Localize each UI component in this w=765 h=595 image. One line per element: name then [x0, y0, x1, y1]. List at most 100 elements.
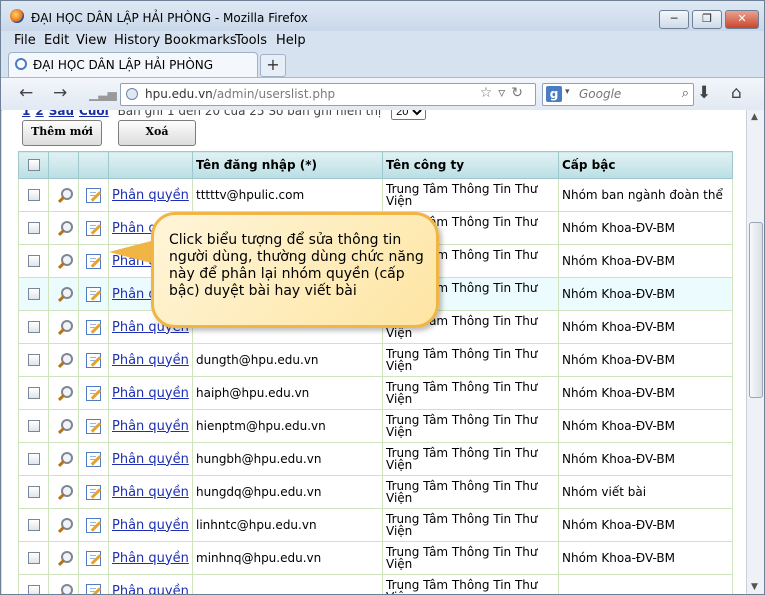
- row-checkbox[interactable]: [27, 519, 40, 531]
- row-view-cell: [48, 541, 79, 575]
- download-icon[interactable]: ⬇: [697, 83, 711, 103]
- magnifier-icon[interactable]: [57, 584, 73, 594]
- edit-icon[interactable]: [86, 484, 101, 500]
- row-checkbox[interactable]: [27, 453, 40, 465]
- home-icon[interactable]: ⌂: [731, 83, 742, 103]
- magnifier-icon[interactable]: [57, 353, 73, 367]
- magnifier-icon[interactable]: [57, 254, 73, 268]
- add-new-button[interactable]: Thêm mới: [22, 120, 102, 146]
- edit-icon[interactable]: [86, 550, 101, 566]
- select-all-checkbox[interactable]: [27, 159, 40, 171]
- row-username: hungdq@hpu.edu.vn: [192, 475, 383, 509]
- header-level[interactable]: Cấp bậc: [558, 151, 733, 179]
- google-icon[interactable]: g: [546, 86, 562, 102]
- row-checkbox[interactable]: [27, 255, 40, 267]
- scrollbar-thumb[interactable]: [749, 222, 763, 398]
- magnifier-icon[interactable]: [57, 221, 73, 235]
- row-checkbox[interactable]: [27, 585, 40, 594]
- row-checkbox[interactable]: [27, 420, 40, 432]
- row-checkbox[interactable]: [27, 189, 40, 201]
- permission-link[interactable]: Phân quyền: [112, 584, 189, 595]
- permission-link[interactable]: Phân quyền: [112, 518, 189, 533]
- page-link-2[interactable]: 2: [35, 110, 43, 118]
- edit-icon[interactable]: [86, 319, 101, 335]
- menu-help[interactable]: Help: [276, 33, 306, 48]
- bookmark-star-icon[interactable]: ☆▿↻: [480, 85, 529, 101]
- permission-link[interactable]: Phân quyền: [112, 353, 189, 368]
- row-permission-cell: Phân quyền: [108, 475, 193, 509]
- edit-icon[interactable]: [86, 253, 101, 269]
- row-view-cell: [48, 277, 79, 311]
- search-bar[interactable]: g ▾ ⌕: [542, 83, 694, 106]
- edit-icon[interactable]: [86, 418, 101, 434]
- edit-icon[interactable]: [86, 286, 101, 302]
- page-link-1[interactable]: 1: [22, 110, 30, 118]
- magnifier-icon[interactable]: [57, 518, 73, 532]
- menu-history[interactable]: History: [114, 33, 160, 48]
- permission-link[interactable]: Phân quyền: [112, 551, 189, 566]
- vertical-scrollbar[interactable]: ▲ ▼: [746, 110, 764, 594]
- close-button[interactable]: ✕: [725, 10, 759, 29]
- dropdown-icon[interactable]: ▾: [565, 87, 570, 97]
- scroll-up-arrow-icon[interactable]: ▲: [751, 112, 758, 122]
- magnifier-icon[interactable]: [57, 287, 73, 301]
- menu-edit[interactable]: Edit: [44, 33, 69, 48]
- new-tab-button[interactable]: +: [260, 54, 286, 77]
- row-checkbox[interactable]: [27, 354, 40, 366]
- header-select-all[interactable]: [18, 151, 49, 179]
- maximize-button[interactable]: ❐: [692, 10, 722, 29]
- row-level: Nhóm Khoa-ĐV-BM: [558, 211, 733, 245]
- edit-icon[interactable]: [86, 517, 101, 533]
- page-link-next[interactable]: Sau: [49, 110, 74, 118]
- search-input[interactable]: [577, 86, 671, 102]
- row-select-cell: [18, 574, 49, 594]
- header-company[interactable]: Tên công ty: [382, 151, 559, 179]
- row-checkbox[interactable]: [27, 222, 40, 234]
- back-arrow-icon[interactable]: ←: [19, 83, 33, 103]
- search-icon[interactable]: ⌕: [682, 86, 689, 101]
- edit-icon[interactable]: [86, 385, 101, 401]
- edit-icon[interactable]: [86, 220, 101, 236]
- menu-view[interactable]: View: [76, 33, 107, 48]
- delete-button[interactable]: Xoá: [118, 120, 196, 146]
- forward-arrow-icon[interactable]: →: [53, 83, 67, 103]
- edit-icon[interactable]: [86, 583, 101, 594]
- navigation-toolbar: ← → ▁▃▅ hpu.edu.vn/admin/userslist.php ☆…: [1, 77, 764, 111]
- address-bar[interactable]: hpu.edu.vn/admin/userslist.php ☆▿↻: [120, 83, 536, 106]
- row-checkbox[interactable]: [27, 486, 40, 498]
- edit-icon[interactable]: [86, 451, 101, 467]
- page-link-last[interactable]: Cuối: [79, 110, 109, 118]
- magnifier-icon[interactable]: [57, 188, 73, 202]
- magnifier-icon[interactable]: [57, 419, 73, 433]
- header-username[interactable]: Tên đăng nhập (*): [192, 151, 383, 179]
- row-company: Trung Tâm Thông Tin Thư Viện: [382, 508, 559, 542]
- permission-link[interactable]: Phân quyền: [112, 452, 189, 467]
- edit-icon[interactable]: [86, 352, 101, 368]
- edit-icon[interactable]: [86, 187, 101, 203]
- magnifier-icon[interactable]: [57, 386, 73, 400]
- row-edit-cell: [78, 343, 109, 377]
- row-checkbox[interactable]: [27, 321, 40, 333]
- magnifier-icon[interactable]: [57, 452, 73, 466]
- permission-link[interactable]: Phân quyền: [112, 386, 189, 401]
- row-checkbox[interactable]: [27, 387, 40, 399]
- magnifier-icon[interactable]: [57, 320, 73, 334]
- magnifier-icon[interactable]: [57, 485, 73, 499]
- minimize-button[interactable]: ─: [659, 10, 689, 29]
- row-checkbox[interactable]: [27, 288, 40, 300]
- row-checkbox[interactable]: [27, 552, 40, 564]
- menu-bookmarks[interactable]: Bookmarks: [164, 33, 237, 48]
- row-edit-cell: [78, 178, 109, 212]
- menu-file[interactable]: File: [14, 33, 36, 48]
- menu-tools[interactable]: Tools: [235, 33, 267, 48]
- permission-link[interactable]: Phân quyền: [112, 419, 189, 434]
- permission-link[interactable]: Phân quyền: [112, 485, 189, 500]
- magnifier-icon[interactable]: [57, 551, 73, 565]
- page-size-select[interactable]: 20: [391, 110, 427, 120]
- table-row: Phân quyền Trung Tâm Thông Tin Thư Viện: [18, 574, 733, 595]
- tab-active[interactable]: ĐẠI HỌC DÂN LẬP HẢI PHÒNG: [8, 52, 258, 77]
- scroll-down-arrow-icon[interactable]: ▼: [751, 582, 758, 592]
- row-level: Nhóm Khoa-ĐV-BM: [558, 376, 733, 410]
- callout-pointer: [109, 240, 155, 264]
- permission-link[interactable]: Phân quyền: [112, 188, 189, 203]
